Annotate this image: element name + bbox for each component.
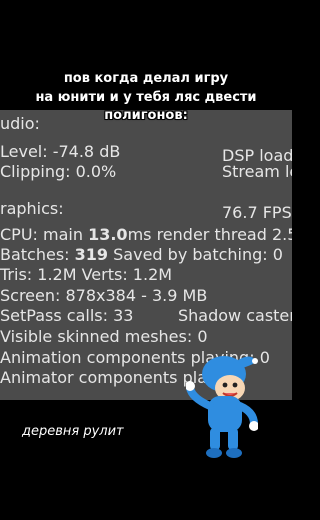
pocoyo-character-icon xyxy=(186,356,258,458)
video-frame: udio: Level: -74.8 dB DSP load Clipping:… xyxy=(0,0,292,520)
audio-level: Level: -74.8 dB xyxy=(0,142,121,161)
skinned-meshes-stat: Visible skinned meshes: 0 xyxy=(0,327,208,346)
meme-subcaption: деревня рулит xyxy=(22,424,124,439)
screen-stat: Screen: 878x384 - 3.9 MB xyxy=(0,286,208,305)
tris-verts-stat: Tris: 1.2M Verts: 1.2M xyxy=(0,265,173,284)
meme-caption-line-1: пов когда делал игру xyxy=(63,71,229,86)
stream-load: Stream le xyxy=(222,162,292,181)
setpass-stat: SetPass calls: 33 xyxy=(0,306,134,325)
audio-clipping: Clipping: 0.0% xyxy=(0,162,117,181)
meme-caption-line-2: на юнити и у тебя ляс двести xyxy=(35,90,257,105)
meme-caption-line-3: полигонов: xyxy=(104,108,188,123)
shadow-caster-stat: Shadow caster xyxy=(178,306,292,325)
batches-stat: Batches: 319 Saved by batching: 0 xyxy=(0,245,283,264)
fps-readout: 76.7 FPS xyxy=(222,203,292,222)
graphics-header: raphics: xyxy=(0,199,64,218)
cpu-stat: CPU: main 13.0ms render thread 2.5 xyxy=(0,225,292,244)
